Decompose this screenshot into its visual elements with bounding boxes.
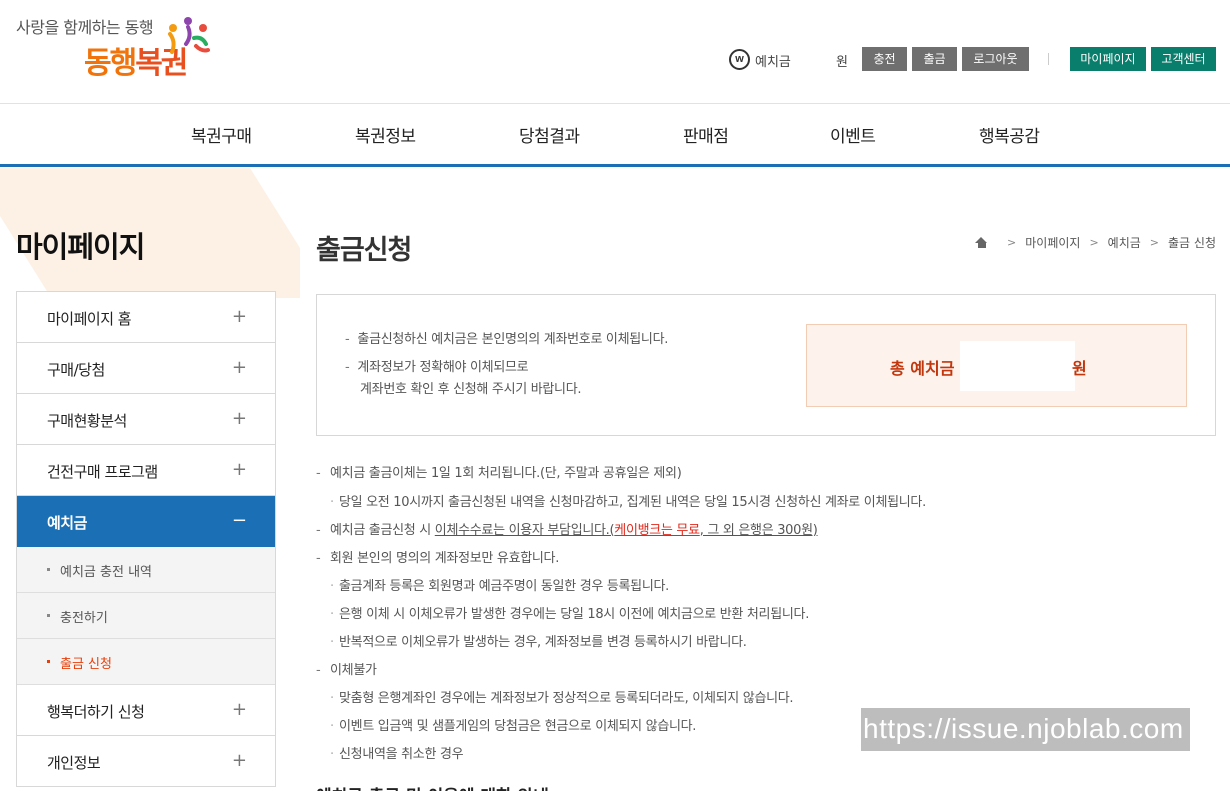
sidebar-item-label: 개인정보 bbox=[47, 754, 101, 772]
breadcrumb-item[interactable]: 마이페이지 bbox=[1025, 234, 1080, 251]
sidebar-menu: 마이페이지 홈 + 구매/당첨 + 구매현황분석 + 건전구매 프로그램 + 예… bbox=[16, 291, 276, 787]
section-heading: 예치금 출금 및 이용에 대한 안내 bbox=[316, 782, 646, 791]
minus-icon: − bbox=[231, 510, 247, 531]
logo-mark-icon bbox=[168, 17, 210, 54]
nav-item-info[interactable]: 복권정보 bbox=[355, 122, 416, 147]
sidebar-submenu: 예치금 충전 내역 충전하기 출금 신청 bbox=[17, 547, 275, 685]
plus-icon: + bbox=[231, 699, 247, 720]
notice-subitem: · 신청내역을 취소한 경우 bbox=[330, 747, 464, 762]
sidebar-item-purchase-analysis[interactable]: 구매현황분석 + bbox=[17, 394, 275, 445]
notice-item: - 이체불가 bbox=[316, 663, 377, 678]
breadcrumb-item[interactable]: 예치금 bbox=[1108, 234, 1141, 251]
charge-button[interactable]: 충전 bbox=[862, 47, 907, 71]
total-deposit-value-masked bbox=[960, 341, 1075, 391]
notice-item: - 예치금 출금이체는 1일 1회 처리됩니다.(단, 주말과 공휴일은 제외) bbox=[316, 466, 682, 481]
sidebar-item-label: 예치금 bbox=[47, 514, 87, 532]
breadcrumb: > 마이페이지 > 예치금 > 출금 신청 bbox=[975, 234, 1216, 250]
sidebar-title: 마이페이지 bbox=[16, 230, 145, 264]
plus-icon: + bbox=[231, 408, 247, 429]
notice-subitem: · 반복적으로 이체오류가 발생하는 경우, 계좌정보를 변경 등록하시기 바랍니… bbox=[330, 635, 747, 650]
sidebar-item-label: 행복더하기 신청 bbox=[47, 703, 145, 721]
nav-item-results[interactable]: 당첨결과 bbox=[519, 122, 580, 147]
support-button[interactable]: 고객센터 bbox=[1151, 47, 1216, 71]
info-line: - 출금신청하신 예치금은 본인명의의 계좌번호로 이체됩니다. bbox=[345, 332, 669, 347]
plus-icon: + bbox=[231, 306, 247, 327]
nav-item-stores[interactable]: 판매점 bbox=[683, 122, 729, 147]
total-deposit-box: 총 예치금 원 bbox=[806, 324, 1187, 407]
main-navigation: 복권구매 복권정보 당첨결과 판매점 이벤트 행복공감 bbox=[0, 104, 1230, 167]
mypage-button[interactable]: 마이페이지 bbox=[1070, 47, 1146, 71]
nav-item-buy[interactable]: 복권구매 bbox=[191, 122, 252, 147]
sidebar-item-label: 건전구매 프로그램 bbox=[47, 463, 158, 481]
bullet-icon bbox=[47, 614, 50, 617]
sidebar-item-label: 구매현황분석 bbox=[47, 412, 127, 430]
notice-subitem: · 이벤트 입금액 및 샘플게임의 당첨금은 현금으로 이체되지 않습니다. bbox=[330, 719, 697, 734]
notice-item: - 회원 본인의 명의의 계좌정보만 유효합니다. bbox=[316, 551, 560, 566]
logo[interactable]: 사랑을 함께하는 동행 동행복권 bbox=[16, 14, 216, 86]
chevron-right-icon: > bbox=[1007, 235, 1017, 249]
submenu-item-label: 충전하기 bbox=[60, 611, 108, 626]
notice-item: - 예치금 출금신청 시 이체수수료는 이용자 부담입니다.(케이뱅크는 무료, … bbox=[316, 523, 818, 538]
nav-item-events[interactable]: 이벤트 bbox=[830, 122, 876, 147]
sidebar-item-personal-info[interactable]: 개인정보 + bbox=[17, 736, 275, 787]
breadcrumb-item[interactable]: 출금 신청 bbox=[1168, 234, 1216, 251]
submenu-item-withdraw-request[interactable]: 출금 신청 bbox=[17, 639, 275, 685]
deposit-label: 예치금 bbox=[755, 55, 791, 70]
info-line: - 계좌정보가 정확해야 이체되므로 bbox=[345, 360, 529, 375]
sidebar-item-deposit[interactable]: 예치금 − bbox=[17, 496, 275, 547]
header: 사랑을 함께하는 동행 동행복권 w 예치금 원 충전 출금 로그아웃 마이페이… bbox=[0, 0, 1230, 104]
notice-subitem: · 출금계좌 등록은 회원명과 예금주명이 동일한 경우 등록됩니다. bbox=[330, 579, 669, 594]
deposit-won-unit: 원 bbox=[836, 55, 848, 70]
total-deposit-label: 총 예치금 bbox=[890, 359, 955, 378]
submenu-item-charge[interactable]: 충전하기 bbox=[17, 593, 275, 639]
submenu-item-label: 출금 신청 bbox=[60, 657, 112, 672]
bullet-icon bbox=[47, 660, 50, 663]
submenu-item-charge-history[interactable]: 예치금 충전 내역 bbox=[17, 547, 275, 593]
info-line: 계좌번호 확인 후 신청해 주시기 바랍니다. bbox=[360, 382, 582, 397]
sidebar-item-purchase-win[interactable]: 구매/당첨 + bbox=[17, 343, 275, 394]
bullet-icon bbox=[47, 568, 50, 571]
home-icon[interactable] bbox=[975, 236, 988, 248]
submenu-item-label: 예치금 충전 내역 bbox=[60, 565, 152, 580]
sidebar-item-happiness-apply[interactable]: 행복더하기 신청 + bbox=[17, 685, 275, 736]
logout-button[interactable]: 로그아웃 bbox=[962, 47, 1029, 71]
notice-subitem: · 은행 이체 시 이체오류가 발생한 경우에는 당일 18시 이전에 예치금으로… bbox=[330, 607, 810, 622]
sidebar-item-healthy-program[interactable]: 건전구매 프로그램 + bbox=[17, 445, 275, 496]
info-box: - 출금신청하신 예치금은 본인명의의 계좌번호로 이체됩니다. - 계좌정보가 정… bbox=[316, 294, 1216, 436]
plus-icon: + bbox=[231, 459, 247, 480]
plus-icon: + bbox=[231, 357, 247, 378]
divider bbox=[1048, 53, 1049, 65]
total-deposit-unit: 원 bbox=[1072, 359, 1087, 378]
withdraw-button[interactable]: 출금 bbox=[912, 47, 957, 71]
chevron-right-icon: > bbox=[1089, 235, 1099, 249]
chevron-right-icon: > bbox=[1149, 235, 1160, 249]
page-title: 출금신청 bbox=[316, 235, 412, 266]
notice-subitem: · 맞춤형 은행계좌인 경우에는 계좌정보가 정상적으로 등록되더라도, 이체되지… bbox=[330, 691, 794, 706]
nav-item-happiness[interactable]: 행복공감 bbox=[979, 122, 1040, 147]
plus-icon: + bbox=[231, 750, 247, 771]
logo-tagline: 사랑을 함께하는 동행 bbox=[16, 18, 154, 37]
notice-subitem: · 당일 오전 10시까지 출금신청된 내역을 신청마감하고, 집계된 내역은 당… bbox=[330, 495, 926, 510]
sidebar-item-label: 구매/당첨 bbox=[47, 361, 105, 379]
w-coin-icon: w bbox=[729, 49, 750, 70]
sidebar-item-label: 마이페이지 홈 bbox=[47, 310, 132, 328]
sidebar-item-mypage-home[interactable]: 마이페이지 홈 + bbox=[17, 292, 275, 343]
watermark: https://issue.njoblab.com bbox=[861, 708, 1190, 751]
